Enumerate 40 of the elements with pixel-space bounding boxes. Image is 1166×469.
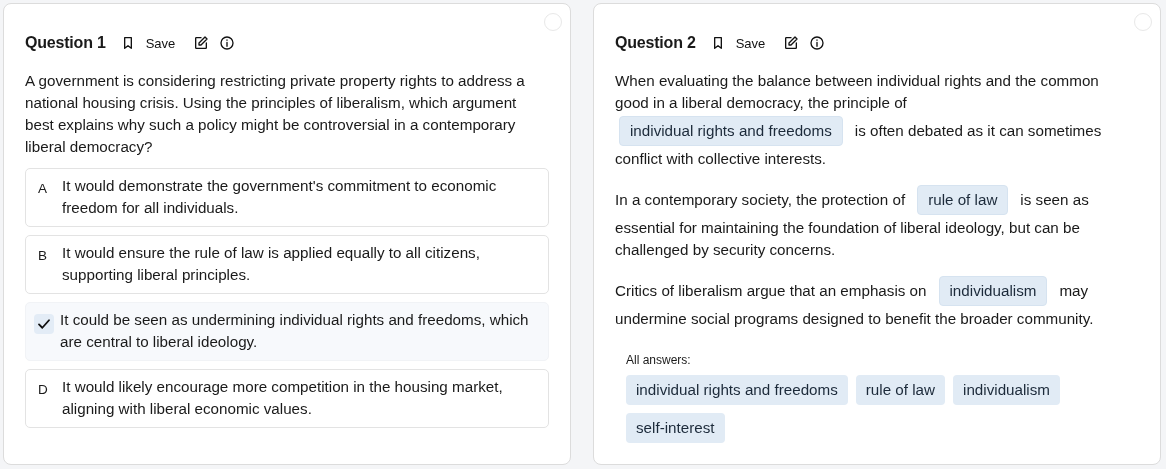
checkmark-icon[interactable]	[34, 314, 54, 334]
option-text: It would likely encourage more competition in the housing market, aligning with liberal economic values.	[62, 377, 504, 419]
sentence-text: is often debated as it can sometimes	[854, 121, 1102, 141]
option-letter: D	[38, 381, 49, 399]
answers-label: All answers:	[626, 353, 692, 367]
info-icon[interactable]	[809, 35, 826, 51]
question-text: A government is considering restricting private property rights to address a national housing crisis. Using the principles of liberalism, which argument best explains why such a policy might be controversial in a contemporary liberal democracy?	[25, 71, 526, 157]
answer-chip[interactable]: individualism	[953, 375, 1060, 405]
save-button[interactable]: Save	[735, 35, 766, 51]
question-title: Question 2	[615, 34, 696, 52]
sentence-text: undermine social programs designed to benefit the broader community.	[615, 309, 1094, 329]
info-icon[interactable]	[219, 35, 236, 51]
answer-option[interactable]: D It would likely encourage more competition in the housing market, aligning with liberal economic values.	[25, 369, 549, 428]
sentence-text: In a contemporary society, the protection of	[615, 190, 906, 210]
answer-chip[interactable]: self-interest	[626, 413, 725, 443]
sentence-text: Critics of liberalism argue that an emphasis on	[615, 281, 927, 301]
sentence-text: may	[1059, 281, 1089, 301]
save-button[interactable]: Save	[145, 35, 176, 51]
sentence-text: challenged by security concerns.	[615, 240, 836, 260]
option-text: It would demonstrate the government's commitment to economic freedom for all individuals.	[62, 176, 498, 218]
sentence-text: conflict with collective interests.	[615, 149, 827, 169]
option-text: It would ensure the rule of law is applied equally to all citizens, supporting liberal principles.	[62, 243, 481, 285]
answer-chip[interactable]: individual rights and freedoms	[626, 375, 848, 405]
filled-blank[interactable]: individualism	[938, 276, 1048, 306]
option-text: It could be seen as undermining individual rights and freedoms, which are central to liberal ideology.	[60, 310, 530, 352]
sentence-text: is seen as	[1020, 190, 1089, 210]
answer-chip[interactable]: rule of law	[855, 375, 945, 405]
sentence-text: good in a liberal democracy, the principle of	[615, 93, 907, 113]
question-title: Question 1	[25, 34, 106, 52]
answer-option[interactable]: It could be seen as undermining individual rights and freedoms, which are central to liberal ideology.	[25, 302, 549, 361]
answer-option[interactable]: A It would demonstrate the government's commitment to economic freedom for all individuals.	[25, 168, 549, 227]
answer-option[interactable]: B It would ensure the rule of law is applied equally to all citizens, supporting liberal principles.	[25, 235, 549, 294]
option-letter: A	[38, 180, 48, 198]
sentence-text: When evaluating the balance between individual rights and the common	[615, 71, 1099, 91]
filled-blank[interactable]: individual rights and freedoms	[619, 116, 843, 146]
option-letter: B	[38, 247, 48, 265]
sentence-text: essential for maintaining the foundation of liberal ideology, but can be	[615, 218, 1080, 238]
edit-icon[interactable]	[783, 35, 800, 51]
edit-icon[interactable]	[193, 35, 210, 51]
filled-blank[interactable]: rule of law	[917, 185, 1009, 215]
